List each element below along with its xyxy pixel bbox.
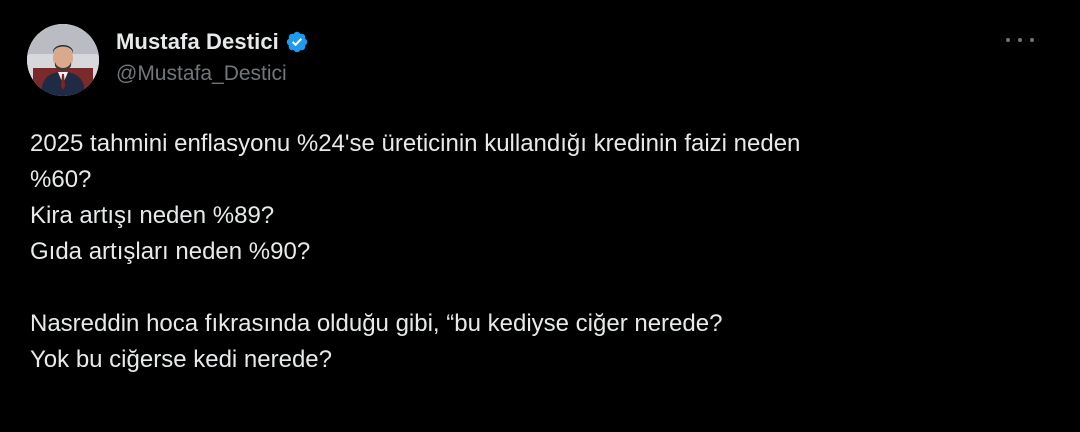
tweet-text-line: Yok bu ciğerse kedi nerede? (30, 346, 332, 373)
more-options-icon-dot (1030, 38, 1034, 42)
author-display-name[interactable]: Mustafa Destici (116, 29, 279, 55)
author-block: Mustafa Destici @Mustafa_Destici (116, 28, 309, 86)
more-options-button[interactable] (1006, 28, 1034, 52)
tweet-text-line: Gıda artışları neden %90? (30, 238, 311, 265)
tweet-card: Mustafa Destici @Mustafa_Destici 2025 ta… (0, 0, 1080, 432)
verified-badge-icon (285, 30, 309, 54)
tweet-text-line: 2025 tahmini enflasyonu %24'se üreticini… (30, 130, 801, 157)
tweet-text: 2025 tahmini enflasyonu %24'se üreticini… (30, 126, 1060, 378)
tweet-text-blank-line (30, 270, 1060, 306)
author-name-row: Mustafa Destici (116, 28, 309, 56)
more-options-icon-dot (1018, 38, 1022, 42)
more-options-icon (1006, 38, 1010, 42)
tweet-text-line: %60? (30, 166, 92, 193)
tweet-text-line: Nasreddin hoca fıkrasında olduğu gibi, “… (30, 310, 723, 337)
user-avatar-icon (27, 24, 99, 96)
tweet-text-line: Kira artışı neden %89? (30, 202, 275, 229)
author-handle[interactable]: @Mustafa_Destici (116, 62, 309, 86)
avatar[interactable] (27, 24, 99, 96)
